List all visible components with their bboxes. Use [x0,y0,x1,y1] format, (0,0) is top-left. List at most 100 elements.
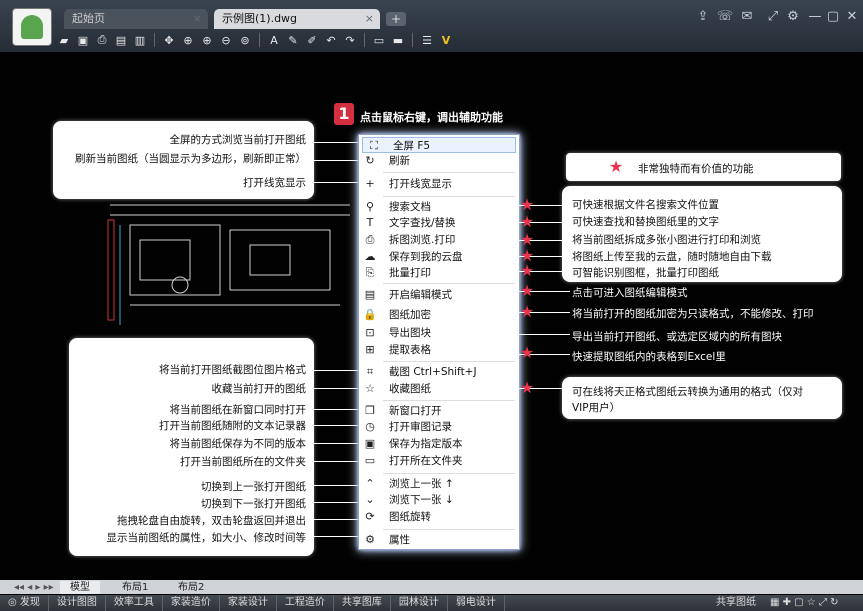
tab-start-page[interactable]: 起始页 × [64,9,208,29]
tab-layout1[interactable]: 布局1 [112,581,158,594]
status-item[interactable]: 效率工具 [106,595,163,611]
menu-item-lineweight[interactable]: + 打开线宽显示 [359,176,519,192]
print-icon: ⎙ [365,233,375,246]
user-avatar[interactable] [12,8,52,46]
close-window-icon[interactable]: ✕ [843,8,861,26]
new-tab-button[interactable]: + [386,12,406,26]
lock-icon[interactable]: ▥ [132,32,148,48]
status-item[interactable]: 设计图图 [49,595,106,611]
print-icon[interactable]: ⎙ [94,32,110,48]
menu-item-encrypt[interactable]: 🔒 图纸加密 [359,307,519,323]
ruler-icon[interactable]: ▬ [390,32,406,48]
separator [154,33,155,47]
tab-drawing[interactable]: 示例图(1).dwg × [214,9,380,29]
menu-label: 拆图浏览.打印 [389,234,456,246]
text-icon[interactable]: A [266,32,282,48]
toolbar: ▰ ▣ ⎙ ▤ ▥ ✥ ⊕ ⊕ ⊖ ⊚ A ✎ ✐ ↶ ↷ ▭ ▬ ☰ V [56,30,454,50]
close-icon[interactable]: × [365,9,374,29]
menu-item-export-block[interactable]: ⊡ 导出图块 [359,325,519,341]
zoom-in-icon[interactable]: ⊕ [199,32,215,48]
callout-text: 将当前打开图纸截图位图片格式 [159,364,306,376]
legend-text: 非常独特而有价值的功能 [638,163,754,175]
zoom-extents-icon[interactable]: ⊚ [237,32,253,48]
menu-item-find-replace[interactable]: T 文字查找/替换 [359,215,519,231]
menu-item-refresh[interactable]: ↻ 刷新 [359,153,519,169]
pdf-icon[interactable]: ▤ [113,32,129,48]
folder-icon: ▭ [364,454,376,467]
status-item[interactable]: 弱电设计 [448,595,505,611]
callout-text: 将当前打开的图纸加密为只读格式，不能修改、打印 [572,308,814,320]
maximize-icon[interactable]: ▢ [824,8,842,26]
menu-item-properties[interactable]: ⚙ 属性 [359,532,519,548]
status-label: 发现 [19,597,40,608]
cad-floorplan [107,204,350,325]
tab-model[interactable]: 模型 [60,581,100,594]
status-discover[interactable]: ◎ 发现 [0,595,49,611]
crop-icon: ⌗ [366,365,374,378]
menu-item-prev[interactable]: ⌃ 浏览上一张 ↑ [359,476,519,492]
close-icon[interactable]: × [193,9,202,29]
undo-icon[interactable]: ↶ [323,32,339,48]
menu-item-extract-table[interactable]: ⊞ 提取表格 [359,342,519,358]
status-item[interactable]: 园林设计 [391,595,448,611]
menu-item-split-print[interactable]: ⎙ 拆图浏览.打印 [359,232,519,248]
share-icon[interactable]: ⇪ [694,8,712,26]
redo-icon[interactable]: ↷ [342,32,358,48]
fullscreen-toggle-icon[interactable]: ⤢ [764,8,782,26]
menu-item-fullscreen[interactable]: ⛶ 全屏 F5 [362,137,516,153]
menu-label: 保存为指定版本 [389,438,463,450]
text-icon: T [366,216,374,229]
status-item[interactable]: 家装设计 [220,595,277,611]
connector [314,142,362,143]
menu-label: 图纸加密 [389,309,431,321]
menu-item-next[interactable]: ⌄ 浏览下一张 ↓ [359,492,519,508]
export-block-icon: ⊡ [365,326,375,339]
open-icon[interactable]: ▰ [56,32,72,48]
menu-item-batch-print[interactable]: ⎘ 批量打印 [359,265,519,281]
status-item[interactable]: 工程造价 [277,595,334,611]
connector [518,334,570,335]
tab-label: 起始页 [72,12,105,25]
menu-item-new-window[interactable]: ❐ 新窗口打开 [359,403,519,419]
menu-item-edit-mode[interactable]: ▤ 开启编辑模式 [359,287,519,303]
callout-text: 将图纸上传至我的云盘，随时随地自由下载 [572,251,772,263]
menu-label: 打开审图记录 [389,421,452,433]
measure-icon[interactable]: ▭ [371,32,387,48]
pencil-icon[interactable]: ✎ [285,32,301,48]
status-item[interactable]: 共享图库 [334,595,391,611]
gear-icon[interactable]: ⚙ [784,8,802,26]
menu-item-save-version[interactable]: ▣ 保存为指定版本 [359,436,519,452]
menu-item-cloud[interactable]: ☁ 保存到我的云盘 [359,249,519,265]
menu-item-favorite[interactable]: ☆ 收藏图纸 [359,381,519,397]
zoom-out-icon[interactable]: ⊖ [218,32,234,48]
grid-icon[interactable]: ▦ ✚ ▢ ☆ ⤢ ↻ [770,595,839,611]
connector [314,443,362,444]
menu-item-review-log[interactable]: ◷ 打开审图记录 [359,419,519,435]
minimize-icon[interactable]: — [806,8,824,26]
layers-icon[interactable]: ☰ [419,32,435,48]
menu-separator [383,361,515,362]
pan-icon[interactable]: ✥ [161,32,177,48]
marker-icon[interactable]: ✐ [304,32,320,48]
message-icon[interactable]: ✉ [738,8,756,26]
menu-item-open-folder[interactable]: ▭ 打开所在文件夹 [359,453,519,469]
star-icon: ★ [608,157,624,176]
star-icon: ★ [519,212,535,231]
callout-text: 可快速查找和替换图纸里的文字 [572,216,719,228]
gear-icon: ⚙ [365,533,375,546]
nav-arrows-icon[interactable]: ◂◂ ◂ ▸ ▸▸ [4,581,64,594]
zoom-window-icon[interactable]: ⊕ [180,32,196,48]
menu-label: 浏览下一张 ↓ [389,494,454,506]
connector [314,388,362,389]
shared-drawings[interactable]: 共享图纸 [716,595,756,611]
tab-layout2[interactable]: 布局2 [168,581,214,594]
vip-icon[interactable]: V [438,32,454,48]
wechat-icon[interactable]: ☏ [716,8,734,26]
callout-text: 切换到上一张打开图纸 [201,481,306,493]
menu-separator [383,529,515,530]
menu-item-search[interactable]: ⚲ 搜索文档 [359,199,519,215]
save-icon[interactable]: ▣ [75,32,91,48]
status-item[interactable]: 家装造价 [163,595,220,611]
menu-item-screenshot[interactable]: ⌗ 截图 Ctrl+Shift+J [359,364,519,380]
menu-item-rotate[interactable]: ⟳ 图纸旋转 [359,509,519,525]
